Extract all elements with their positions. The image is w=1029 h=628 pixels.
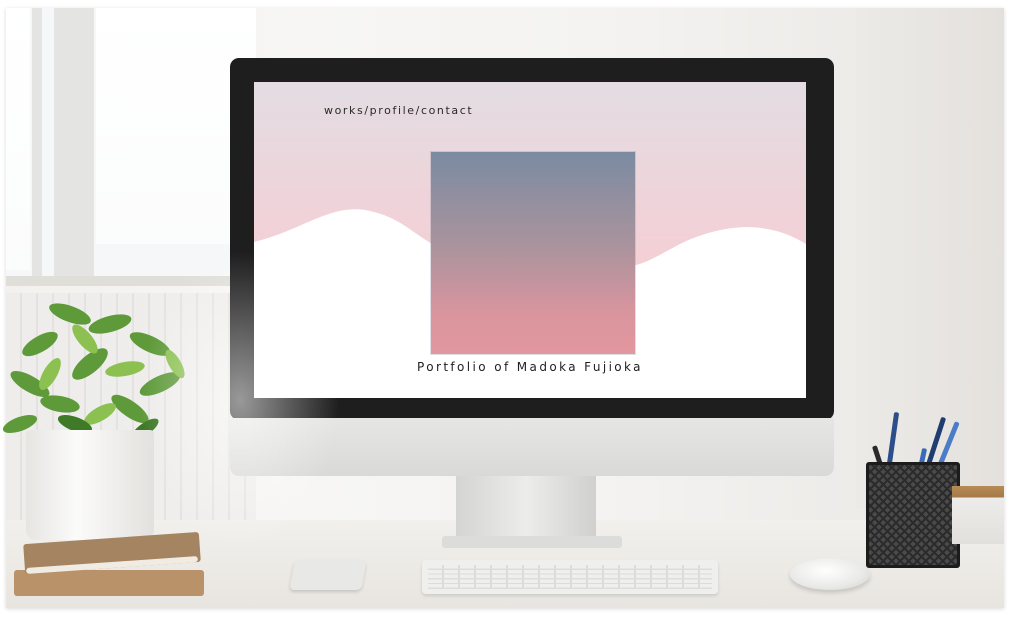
pencil-cup xyxy=(866,462,960,568)
leaf xyxy=(22,331,58,357)
nav-link-works[interactable]: works xyxy=(324,104,364,117)
nav-link-profile[interactable]: profile xyxy=(370,104,416,117)
window-frame xyxy=(32,8,42,276)
plant-pot xyxy=(26,430,154,540)
smartphone xyxy=(289,560,367,590)
window-pane-left xyxy=(6,8,30,270)
monitor-stand-base xyxy=(442,536,622,548)
portfolio-caption: Portfolio of Madoka Fujioka xyxy=(417,360,643,374)
monitor-chin xyxy=(230,418,834,476)
book-stack xyxy=(14,531,214,602)
site-nav: works/profile/contact xyxy=(324,104,473,117)
storage-box xyxy=(952,486,1004,544)
keyboard xyxy=(422,560,718,594)
monitor-screen: works/profile/contact Portfolio of Madok… xyxy=(254,82,806,398)
window-frame-center xyxy=(54,8,94,276)
keyboard-keys xyxy=(428,565,712,589)
hero-gradient-square xyxy=(431,152,635,354)
monitor-stand xyxy=(456,476,596,540)
wall xyxy=(856,8,1004,508)
leaf xyxy=(39,358,61,390)
book xyxy=(14,570,204,596)
nav-link-contact[interactable]: contact xyxy=(421,104,473,117)
leaf xyxy=(88,314,132,334)
mouse xyxy=(790,558,870,590)
leaf xyxy=(105,361,145,377)
leaf xyxy=(49,303,91,325)
window xyxy=(6,8,256,286)
